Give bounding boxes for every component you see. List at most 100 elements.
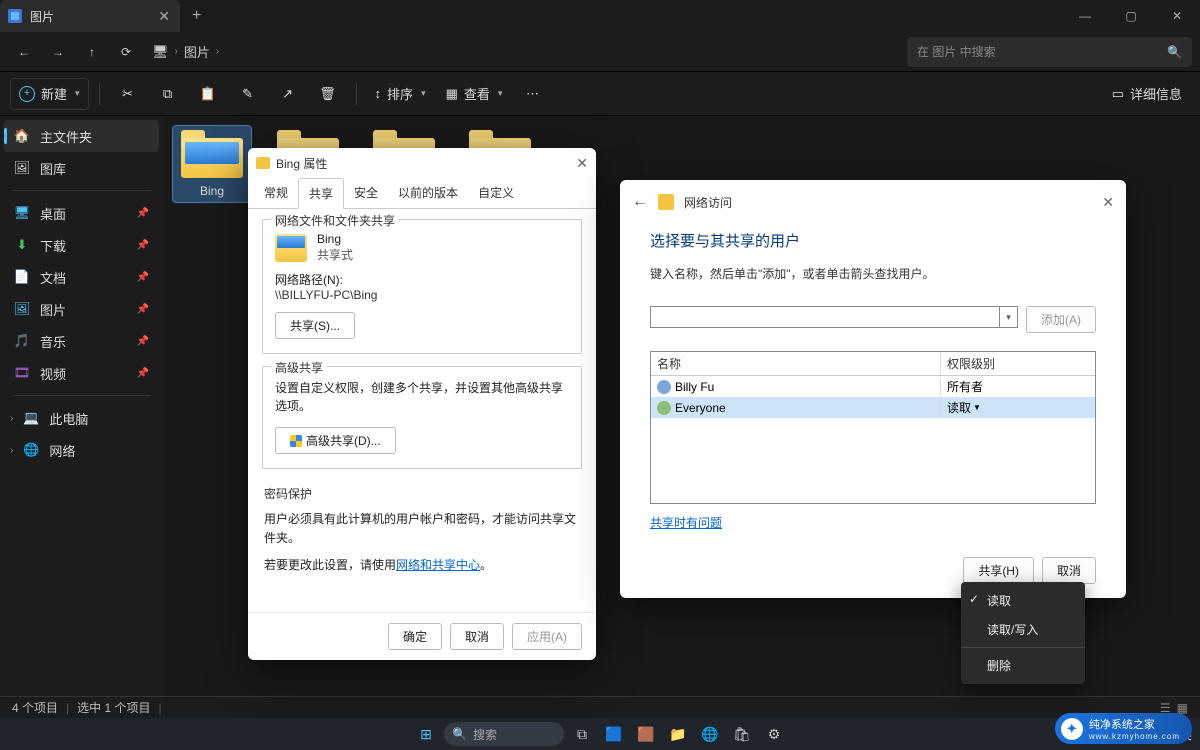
pin-icon: 📌: [137, 336, 149, 347]
folder-icon: [658, 194, 674, 210]
new-button[interactable]: +新建: [10, 78, 89, 110]
chevron-down-icon[interactable]: ▾: [999, 307, 1017, 327]
sidebar-item-network[interactable]: ›🌐网络: [4, 434, 159, 466]
sidebar-item-pictures[interactable]: 🖼图片📌: [4, 293, 159, 325]
group-icon: [657, 401, 671, 415]
video-icon: 🎞: [14, 365, 30, 381]
col-name[interactable]: 名称: [651, 352, 941, 375]
tab-general[interactable]: 常规: [254, 178, 298, 208]
folder-thumb-icon: [275, 234, 307, 262]
close-window-button[interactable]: ✕: [1154, 0, 1200, 32]
user-row-everyone[interactable]: Everyone 读取: [651, 397, 1095, 418]
new-tab-button[interactable]: +: [180, 7, 213, 25]
permission-menu: 读取 读取/写入 删除: [961, 582, 1085, 684]
desktop-icon: 🖥: [14, 205, 30, 221]
back-icon[interactable]: ←: [632, 193, 648, 211]
back-button[interactable]: ←: [8, 36, 40, 68]
taskbar-app[interactable]: 🟦: [600, 720, 628, 748]
group-title: 密码保护: [264, 485, 580, 502]
pin-icon: 📌: [137, 240, 149, 251]
paste-button[interactable]: 📋: [190, 78, 226, 110]
share-button[interactable]: 共享(S)...: [275, 312, 355, 339]
sort-button[interactable]: ↕ 排序: [367, 78, 434, 110]
network-icon: 🌐: [23, 442, 39, 458]
chevron-right-icon: ›: [216, 46, 219, 57]
perm-dropdown[interactable]: 读取: [947, 399, 981, 416]
menu-readwrite[interactable]: 读取/写入: [961, 615, 1085, 644]
share-button[interactable]: ↗: [270, 78, 306, 110]
brand-name: 纯净系统之家: [1089, 716, 1180, 732]
menu-remove[interactable]: 删除: [961, 651, 1085, 680]
maximize-button[interactable]: ▢: [1108, 0, 1154, 32]
apply-button[interactable]: 应用(A): [512, 623, 582, 650]
user-list: 名称 权限级别 Billy Fu 所有者 Everyone 读取 读取 读取/写…: [650, 351, 1096, 504]
sidebar-item-videos[interactable]: 🎞视频📌: [4, 357, 159, 389]
user-row[interactable]: Billy Fu 所有者: [651, 376, 1095, 397]
share-state: 共享式: [317, 246, 353, 263]
forward-button[interactable]: →: [42, 36, 74, 68]
folder-name: Bing: [317, 232, 353, 246]
folder-icon: [181, 130, 243, 178]
col-perm[interactable]: 权限级别: [941, 352, 1001, 375]
delete-button[interactable]: 🗑: [310, 78, 346, 110]
sidebar-item-home[interactable]: 🏠主文件夹: [4, 120, 159, 152]
taskbar-edge[interactable]: 🌐: [696, 720, 724, 748]
tab-custom[interactable]: 自定义: [468, 178, 524, 208]
search-input[interactable]: 在 图片 中搜索 🔍: [907, 37, 1192, 67]
share-confirm-button[interactable]: 共享(H): [963, 557, 1034, 584]
view-button[interactable]: ▦ 查看: [438, 78, 511, 110]
cancel-button[interactable]: 取消: [1042, 557, 1096, 584]
item-count: 4 个项目: [12, 699, 58, 716]
sidebar-item-documents[interactable]: 📄文档📌: [4, 261, 159, 293]
details-pane-button[interactable]: ▭ 详细信息: [1104, 78, 1190, 110]
sidebar-item-thispc[interactable]: ›💻此电脑: [4, 402, 159, 434]
add-user-button[interactable]: 添加(A): [1026, 306, 1096, 333]
network-access-dialog: ← 网络访问 ✕ 选择要与其共享的用户 键入名称，然后单击"添加"，或者单击箭头…: [620, 180, 1126, 598]
close-icon[interactable]: ✕: [576, 155, 588, 172]
ok-button[interactable]: 确定: [388, 623, 442, 650]
cancel-button[interactable]: 取消: [450, 623, 504, 650]
rename-button[interactable]: ✎: [230, 78, 266, 110]
dialog-titlebar[interactable]: Bing 属性 ✕: [248, 148, 596, 178]
pictures-icon: 🖼: [14, 301, 30, 317]
taskbar: ⊞ 🔍搜索 ⧉ 🟦 🟫 📁 🌐 🛍 ⚙ ˄ 英: [0, 718, 1200, 750]
taskbar-store[interactable]: 🛍: [728, 720, 756, 748]
more-button[interactable]: ⋯: [514, 78, 550, 110]
sidebar-item-gallery[interactable]: 🖼图库: [4, 152, 159, 184]
toolbar: +新建 ✂ ⧉ 📋 ✎ ↗ 🗑 ↕ 排序 ▦ 查看 ⋯ ▭ 详细信息: [0, 72, 1200, 116]
user-combo[interactable]: ▾: [650, 306, 1018, 328]
copy-button[interactable]: ⧉: [150, 78, 186, 110]
crumb-pictures[interactable]: 图片: [184, 42, 210, 61]
cut-button[interactable]: ✂: [110, 78, 146, 110]
dialog-tabs: 常规 共享 安全 以前的版本 自定义: [248, 178, 596, 209]
folder-bing[interactable]: Bing: [173, 126, 251, 202]
tab-share[interactable]: 共享: [298, 178, 344, 209]
taskbar-app[interactable]: 🟫: [632, 720, 660, 748]
close-tab-icon[interactable]: ✕: [158, 8, 170, 25]
start-button[interactable]: ⊞: [412, 720, 440, 748]
network-center-link[interactable]: 网络和共享中心: [396, 558, 480, 572]
tab-previous[interactable]: 以前的版本: [388, 178, 468, 208]
document-icon: 📄: [14, 269, 30, 285]
sidebar-item-music[interactable]: 🎵音乐📌: [4, 325, 159, 357]
sharing-help-link[interactable]: 共享时有问题: [650, 516, 722, 530]
close-icon[interactable]: ✕: [1102, 194, 1114, 211]
refresh-button[interactable]: ⟳: [110, 36, 142, 68]
taskbar-explorer[interactable]: 📁: [664, 720, 692, 748]
music-icon: 🎵: [14, 333, 30, 349]
advanced-share-button[interactable]: 高级共享(D)...: [275, 427, 396, 454]
tab-security[interactable]: 安全: [344, 178, 388, 208]
minimize-button[interactable]: —: [1062, 0, 1108, 32]
sidebar-item-downloads[interactable]: ⬇下载📌: [4, 229, 159, 261]
pin-icon: 📌: [137, 208, 149, 219]
tab-pictures[interactable]: 图片 ✕: [0, 0, 180, 32]
pin-icon: 📌: [137, 304, 149, 315]
task-view-button[interactable]: ⧉: [568, 720, 596, 748]
taskbar-search[interactable]: 🔍搜索: [444, 722, 564, 746]
breadcrumb[interactable]: 🖥 › 图片 ›: [152, 42, 219, 61]
sidebar-item-desktop[interactable]: 🖥桌面📌: [4, 197, 159, 229]
up-button[interactable]: ↑: [76, 36, 108, 68]
network-path-label: 网络路径(N):: [275, 271, 569, 288]
menu-read[interactable]: 读取: [961, 586, 1085, 615]
taskbar-settings[interactable]: ⚙: [760, 720, 788, 748]
